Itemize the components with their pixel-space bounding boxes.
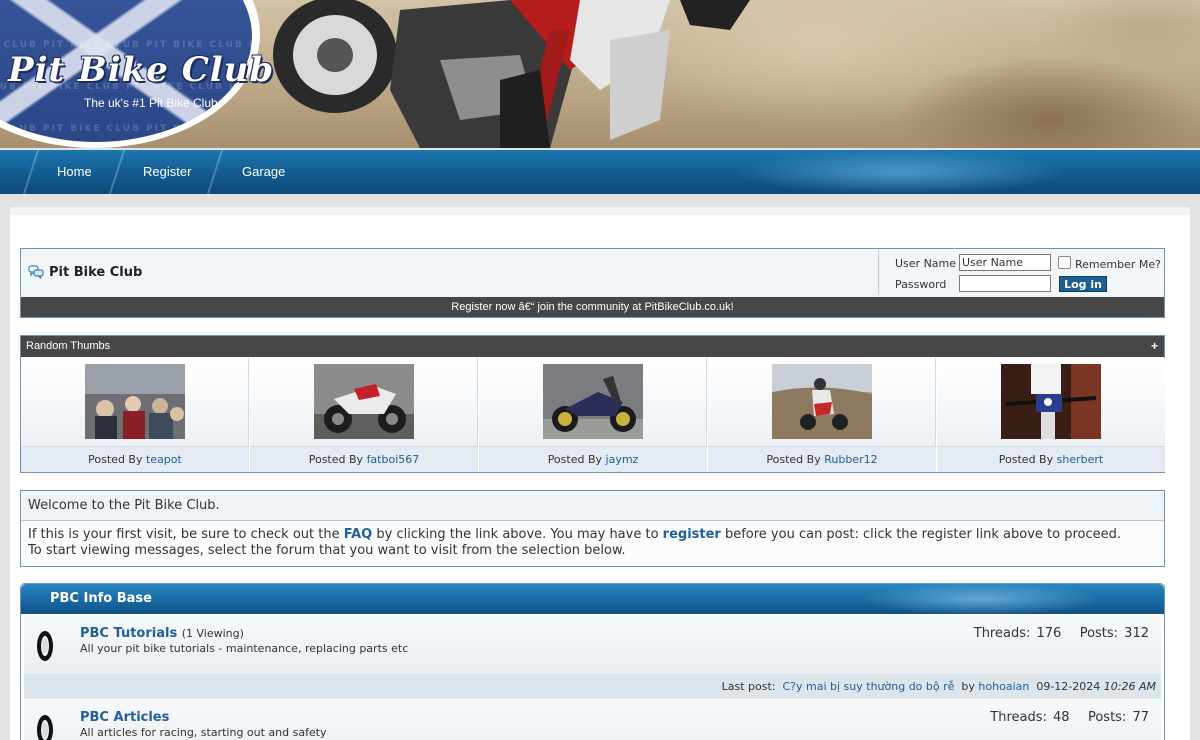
last-post-time: 10:26 AM [1103, 680, 1156, 693]
forum-stats: Threads: 176 Posts: 312 [973, 626, 1149, 641]
welcome-text-part: If this is your first visit, be sure to … [28, 527, 344, 542]
forum-category: PBC Info Base PBC Tutorials (1 Viewing) … [20, 583, 1165, 740]
last-post-title-link[interactable]: C?y mai bị suy thường do bộ rễ [782, 680, 954, 693]
forum-row: PBC Tutorials (1 Viewing) All your pit b… [24, 616, 1161, 674]
password-label: Password [895, 278, 947, 291]
thumb-cell: Posted By sherbert [937, 358, 1165, 472]
posted-by-label: Posted By [766, 453, 821, 466]
site-header-box: Pit Bike Club User Name Remember Me? Pas… [20, 248, 1165, 318]
thumb-image[interactable] [772, 364, 872, 439]
site-title[interactable]: Pit Bike Club [49, 265, 142, 280]
forum-viewing-count: (1 Viewing) [181, 627, 244, 640]
banner-rider-photo [273, 0, 750, 148]
welcome-text-part: by clicking the link above. You may have… [372, 527, 663, 542]
welcome-heading: Welcome to the Pit Bike Club. [21, 491, 1164, 521]
random-thumbs-title: Random Thumbs [26, 340, 111, 352]
nav-garage[interactable]: Garage [242, 164, 285, 179]
forum-title-link[interactable]: PBC Articles [80, 710, 169, 725]
thumb-cell: Posted By teapot [21, 358, 249, 472]
forum-description: All articles for racing, starting out an… [80, 726, 327, 739]
logo-tagline: The uk's #1 Pit Bike Club [84, 96, 218, 110]
forum-title-link[interactable]: PBC Tutorials (1 Viewing) [80, 626, 244, 641]
thumb-caption: Posted By teapot [21, 446, 249, 472]
expand-icon[interactable]: + [1151, 336, 1158, 357]
nav-separator [108, 150, 126, 194]
thumb-cell: Posted By jaymz [479, 358, 707, 472]
nav-register[interactable]: Register [143, 164, 191, 179]
logo-watermark: PIT BIKE CLUB PIT BIKE CLUB PIT BIKE CLU… [0, 124, 252, 134]
thumb-user-link[interactable]: Rubber12 [824, 453, 877, 466]
thumb-user-link[interactable]: fatboi567 [367, 453, 420, 466]
forum-category-header[interactable]: PBC Info Base [21, 584, 1164, 614]
posted-by-label: Posted By [998, 453, 1054, 466]
site-title-row: Pit Bike Club [21, 249, 879, 295]
thumb-cell: Posted By fatboi567 [250, 358, 478, 472]
username-label: User Name [895, 257, 957, 270]
logo-title: Pit Bike Club [8, 50, 275, 90]
last-post-label: Last post: [721, 680, 776, 693]
navbar-shine [650, 150, 1150, 194]
last-post-by: by [961, 680, 975, 693]
last-post-row: Last post: C?y mai bị suy thường do bộ r… [24, 674, 1161, 699]
remember-me-checkbox[interactable] [1058, 256, 1071, 269]
welcome-box: Welcome to the Pit Bike Club. If this is… [20, 490, 1165, 567]
thumb-image[interactable] [85, 364, 185, 439]
posted-by-label: Posted By [547, 453, 603, 466]
password-input[interactable] [959, 275, 1051, 292]
content-area: Pit Bike Club User Name Remember Me? Pas… [10, 207, 1190, 740]
forum-title[interactable]: PBC Articles [80, 710, 169, 725]
forum-category-title[interactable]: PBC Info Base [50, 591, 152, 606]
header-banner: PIT BIKE CLUB PIT BIKE CLUB PIT BIKE CLU… [0, 0, 1200, 148]
forum-stats: Threads: 48 Posts: 77 [990, 710, 1149, 725]
forum-description: All your pit bike tutorials - maintenanc… [80, 642, 409, 655]
random-thumbs-box: Random Thumbs + Posted By teapot Posted … [20, 335, 1165, 473]
thumb-user-link[interactable]: jaymz [606, 453, 639, 466]
nav-home[interactable]: Home [57, 164, 92, 179]
tire-icon [37, 631, 53, 661]
tire-icon [37, 715, 53, 740]
welcome-text: If this is your first visit, be sure to … [28, 527, 1128, 559]
forum-header-shine [801, 584, 1161, 614]
nav-separator [22, 150, 40, 194]
posted-by-label: Posted By [308, 453, 364, 466]
thumb-caption: Posted By jaymz [479, 446, 707, 472]
main-navbar: Home Register Garage [0, 150, 1200, 194]
thumb-user-link[interactable]: sherbert [1057, 453, 1104, 466]
remember-me-label: Remember Me? [1075, 258, 1161, 271]
thumb-caption: Posted By sherbert [937, 446, 1165, 472]
login-button[interactable]: Log in [1059, 276, 1107, 292]
last-post-date: 09-12-2024 [1036, 680, 1101, 693]
thumb-image[interactable] [543, 364, 643, 439]
logo-watermark: PIT BIKE CLUB PIT BIKE CLUB PIT BIKE CLU… [0, 40, 252, 50]
forum-title[interactable]: PBC Tutorials [80, 626, 177, 641]
speech-bubbles-icon [28, 265, 44, 279]
nav-separator [206, 150, 224, 194]
last-post-user-link[interactable]: hohoaian [978, 680, 1029, 693]
forum-row: PBC Articles All articles for racing, st… [24, 700, 1161, 740]
faq-link[interactable]: FAQ [344, 527, 373, 542]
thumb-cell: Posted By Rubber12 [708, 358, 936, 472]
login-form: User Name Remember Me? Password Log in [880, 249, 1164, 295]
posted-by-label: Posted By [88, 453, 143, 466]
register-link[interactable]: register [663, 527, 721, 542]
thumb-image[interactable] [1001, 364, 1101, 439]
username-input[interactable] [959, 254, 1051, 271]
announcement-bar: Register now â€“ join the community at P… [21, 297, 1164, 317]
thumb-user-link[interactable]: teapot [146, 453, 182, 466]
random-thumbs-header: Random Thumbs + [21, 336, 1164, 357]
thumb-caption: Posted By Rubber12 [708, 446, 936, 472]
thumb-caption: Posted By fatboi567 [250, 446, 478, 472]
thumb-image[interactable] [314, 364, 414, 439]
